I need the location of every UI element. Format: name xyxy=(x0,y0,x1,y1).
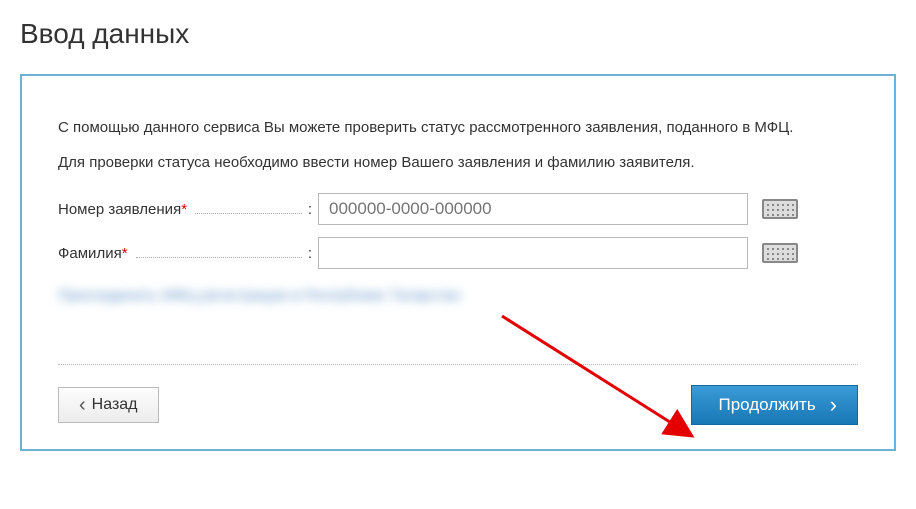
surname-input[interactable] xyxy=(318,237,748,269)
application-number-label: Номер заявления* : xyxy=(58,201,318,218)
form-panel: С помощью данного сервиса Вы можете пров… xyxy=(20,74,896,451)
required-asterisk: * xyxy=(181,201,187,218)
application-number-input[interactable] xyxy=(318,193,748,225)
surname-row: Фамилия* : xyxy=(58,237,858,269)
sub-text: Для проверки статуса необходимо ввести н… xyxy=(58,154,858,171)
blurred-link: Присоединить МФЦ регистрации в Республик… xyxy=(58,287,858,304)
intro-text: С помощью данного сервиса Вы можете пров… xyxy=(58,116,858,140)
required-asterisk: * xyxy=(122,245,128,262)
back-button[interactable]: Назад xyxy=(58,387,159,423)
continue-button[interactable]: Продолжить xyxy=(691,385,858,425)
keyboard-icon[interactable] xyxy=(762,199,798,219)
application-number-row: Номер заявления* : xyxy=(58,193,858,225)
page-title: Ввод данных xyxy=(20,18,896,50)
surname-label: Фамилия* : xyxy=(58,245,318,262)
keyboard-icon[interactable] xyxy=(762,243,798,263)
button-bar: Назад Продолжить xyxy=(58,364,858,425)
